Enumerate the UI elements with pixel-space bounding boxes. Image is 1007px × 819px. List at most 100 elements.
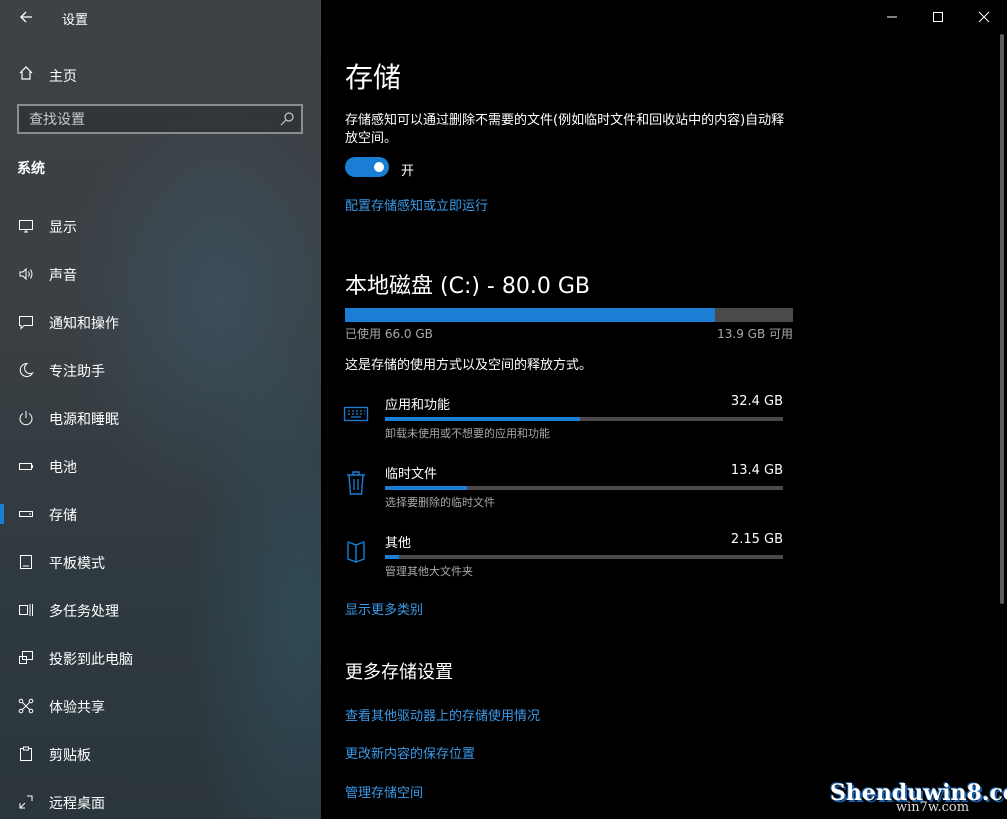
toggle-knob [374, 162, 384, 172]
back-arrow-icon [20, 11, 32, 23]
tablet-icon [17, 553, 35, 571]
sidebar-item-display[interactable]: 显示 [0, 210, 321, 242]
category-description: 选择要删除的临时文件 [385, 496, 495, 509]
keyboard-icon [343, 401, 369, 427]
sidebar-item-label: 投影到此电脑 [49, 652, 133, 668]
sidebar-item-focus-assist[interactable]: 专注助手 [0, 354, 321, 386]
disk-usage-bar [345, 308, 793, 322]
back-button[interactable] [14, 6, 38, 28]
moon-icon [17, 361, 35, 379]
sidebar-item-project[interactable]: 投影到此电脑 [0, 642, 321, 674]
category-apps[interactable]: 应用和功能 32.4 GB 卸载未使用或不想要的应用和功能 [343, 394, 783, 461]
sidebar-item-label: 电源和睡眠 [49, 412, 119, 428]
power-icon [17, 409, 35, 427]
watermark-secondary: win7w.com [896, 800, 970, 815]
scrollbar[interactable] [1000, 34, 1004, 604]
notification-icon [17, 313, 35, 331]
sidebar-item-shared-experiences[interactable]: 体验共享 [0, 690, 321, 722]
app-title: 设置 [62, 13, 89, 28]
storage-icon [17, 505, 35, 523]
selection-indicator [0, 504, 4, 524]
close-icon [978, 11, 990, 23]
sidebar-item-label: 电池 [49, 460, 77, 476]
sidebar-item-label: 多任务处理 [49, 604, 119, 620]
category-other[interactable]: 其他 2.15 GB 管理其他大文件夹 [343, 532, 783, 599]
search-input[interactable] [29, 112, 269, 128]
sidebar-item-label: 显示 [49, 220, 77, 236]
sidebar-item-label: 存储 [49, 508, 77, 524]
view-other-drives-link[interactable]: 查看其他驱动器上的存储使用情况 [345, 705, 540, 724]
category-size: 13.4 GB [730, 463, 783, 478]
remote-desktop-icon [17, 793, 35, 811]
category-name: 临时文件 [385, 467, 438, 482]
category-name: 其他 [385, 536, 412, 551]
sidebar-item-label: 专注助手 [49, 364, 105, 380]
speaker-icon [17, 265, 35, 283]
storage-sense-toggle[interactable] [345, 157, 389, 177]
category-description: 管理其他大文件夹 [385, 565, 473, 578]
configure-storage-sense-link[interactable]: 配置存储感知或立即运行 [345, 195, 488, 214]
maximize-button[interactable] [915, 0, 961, 34]
change-save-location-link[interactable]: 更改新内容的保存位置 [345, 743, 475, 762]
close-button[interactable] [961, 0, 1007, 34]
other-files-icon [343, 539, 369, 565]
home-label: 主页 [49, 69, 77, 85]
sidebar-item-multitasking[interactable]: 多任务处理 [0, 594, 321, 626]
disk-used-label: 已使用 66.0 GB [345, 327, 433, 341]
category-size: 32.4 GB [730, 394, 783, 409]
sidebar-item-battery[interactable]: 电池 [0, 450, 321, 482]
sidebar-item-remote-desktop[interactable]: 远程桌面 [0, 786, 321, 818]
sidebar-item-label: 平板模式 [49, 556, 105, 572]
display-icon [17, 217, 35, 235]
minimize-icon [887, 16, 897, 18]
search-icon[interactable] [279, 111, 295, 127]
disk-free-label: 13.9 GB 可用 [717, 327, 793, 341]
category-bar-fill [385, 486, 467, 490]
sidebar: 设置 主页 系统 显示 声音 通知和操作 [0, 0, 321, 819]
sidebar-item-storage[interactable]: 存储 [0, 498, 321, 530]
sidebar-item-home[interactable]: 主页 [0, 60, 321, 88]
category-size: 2.15 GB [730, 532, 783, 547]
disk-title: 本地磁盘 (C:) - 80.0 GB [345, 274, 590, 299]
battery-icon [17, 457, 35, 475]
category-description: 卸载未使用或不想要的应用和功能 [385, 427, 550, 440]
category-bar [385, 555, 783, 559]
sidebar-item-sound[interactable]: 声音 [0, 258, 321, 290]
sidebar-item-label: 声音 [49, 268, 77, 284]
clipboard-icon [17, 745, 35, 763]
show-more-categories-link[interactable]: 显示更多类别 [345, 599, 423, 618]
sidebar-item-label: 通知和操作 [49, 316, 119, 332]
sidebar-item-notifications[interactable]: 通知和操作 [0, 306, 321, 338]
storage-sense-description: 存储感知可以通过删除不需要的文件(例如临时文件和回收站中的内容)自动释放空间。 [345, 113, 785, 146]
search-box[interactable] [17, 104, 303, 134]
sidebar-item-label: 体验共享 [49, 700, 105, 716]
page-title: 存储 [345, 61, 402, 94]
sidebar-item-power[interactable]: 电源和睡眠 [0, 402, 321, 434]
trash-icon [343, 470, 369, 496]
category-name: 应用和功能 [385, 398, 451, 413]
sidebar-item-label: 远程桌面 [49, 796, 105, 812]
multitask-icon [17, 601, 35, 619]
share-icon [17, 697, 35, 715]
category-temp-files[interactable]: 临时文件 13.4 GB 选择要删除的临时文件 [343, 463, 783, 530]
title-bar-left: 设置 [0, 0, 321, 34]
toggle-state-label: 开 [401, 164, 415, 179]
home-icon [17, 64, 35, 82]
window-controls [869, 0, 1007, 34]
category-bar-fill [385, 555, 399, 559]
manage-storage-spaces-link[interactable]: 管理存储空间 [345, 782, 423, 801]
sidebar-item-label: 剪贴板 [49, 748, 91, 764]
category-bar [385, 417, 783, 421]
sidebar-item-clipboard[interactable]: 剪贴板 [0, 738, 321, 770]
maximize-icon [933, 12, 943, 22]
minimize-button[interactable] [869, 0, 915, 34]
settings-window: 设置 主页 系统 显示 声音 通知和操作 [0, 0, 1007, 819]
usage-description: 这是存储的使用方式以及空间的释放方式。 [345, 358, 593, 373]
project-icon [17, 649, 35, 667]
section-title: 系统 [17, 161, 45, 177]
main-content: 存储 存储感知可以通过删除不需要的文件(例如临时文件和回收站中的内容)自动释放空… [321, 0, 1007, 819]
more-storage-settings-title: 更多存储设置 [345, 662, 453, 683]
sidebar-item-tablet-mode[interactable]: 平板模式 [0, 546, 321, 578]
disk-usage-fill [345, 308, 716, 322]
category-bar-fill [385, 417, 581, 421]
